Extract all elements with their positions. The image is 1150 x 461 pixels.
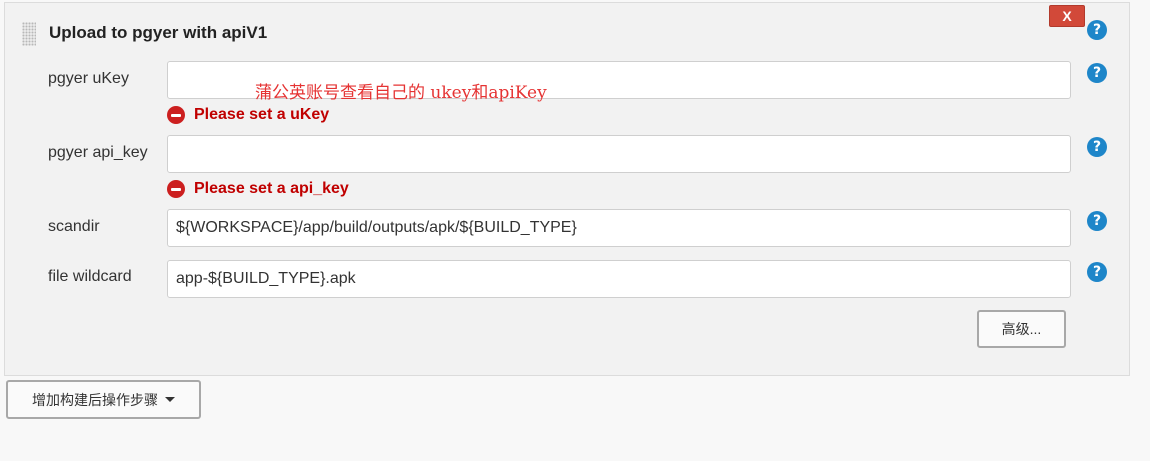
question-circle-icon[interactable]: ? (1087, 262, 1107, 282)
wildcard-input[interactable]: app-${BUILD_TYPE}.apk (167, 260, 1071, 298)
api-key-error-text: Please set a api_key (194, 180, 349, 197)
add-post-build-step-label: 增加构建后操作步骤 (32, 391, 158, 408)
question-circle-icon[interactable]: ? (1087, 137, 1107, 157)
ukey-label: pgyer uKey (48, 70, 129, 87)
close-button[interactable]: X (1049, 5, 1085, 27)
drag-handle-icon[interactable] (22, 22, 36, 46)
minus-circle-icon (167, 106, 185, 124)
advanced-button[interactable]: 高级... (977, 310, 1066, 348)
ukey-error: Please set a uKey (167, 106, 329, 124)
minus-circle-icon (167, 180, 185, 198)
question-circle-icon[interactable]: ? (1087, 211, 1107, 231)
wildcard-label: file wildcard (48, 268, 132, 285)
add-post-build-step-button[interactable]: 增加构建后操作步骤 (6, 380, 201, 419)
section-title: Upload to pgyer with apiV1 (49, 23, 268, 42)
caret-down-icon (165, 397, 175, 402)
annotation-text: 蒲公英账号查看自己的 ukey和apiKey (255, 83, 547, 103)
api-key-input[interactable] (167, 135, 1071, 173)
api-key-label: pgyer api_key (48, 144, 148, 161)
question-circle-icon[interactable]: ? (1087, 63, 1107, 83)
scandir-input[interactable]: ${WORKSPACE}/app/build/outputs/apk/${BUI… (167, 209, 1071, 247)
ukey-error-text: Please set a uKey (194, 106, 330, 123)
question-circle-icon[interactable]: ? (1087, 20, 1107, 40)
scandir-label: scandir (48, 218, 100, 235)
api-key-error: Please set a api_key (167, 180, 349, 198)
